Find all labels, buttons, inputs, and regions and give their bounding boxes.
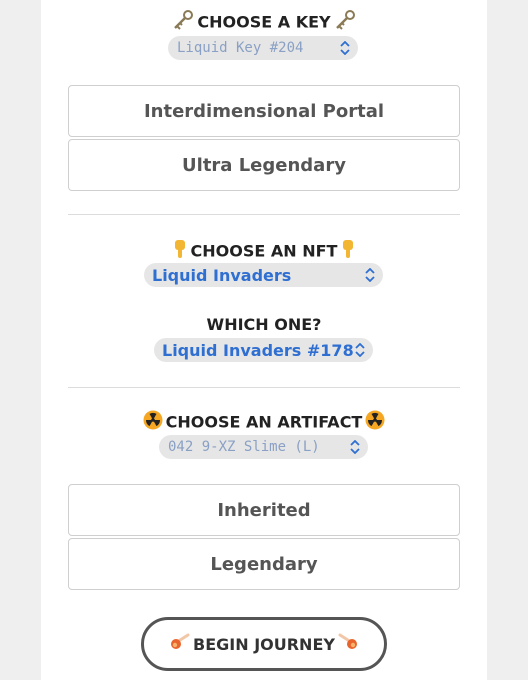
chevron-up-down-icon [353, 343, 367, 357]
comet-icon [170, 633, 190, 655]
key-select[interactable]: Liquid Key #204 [168, 36, 358, 60]
divider [68, 387, 460, 388]
key-option-interdimensional-portal[interactable]: Interdimensional Portal [68, 85, 460, 137]
which-one-heading: WHICH ONE? [206, 315, 322, 334]
artifact-option-inherited[interactable]: Inherited [68, 484, 460, 536]
comet-icon [338, 633, 358, 655]
nft-item-value: Liquid Invaders #1784 [162, 340, 353, 360]
nft-collection-select[interactable]: Liquid Invaders [144, 263, 383, 287]
key-select-value: Liquid Key #204 [177, 40, 304, 56]
key-icon [334, 10, 356, 34]
key-option-ultra-legendary[interactable]: Ultra Legendary [68, 139, 460, 191]
artifact-option-legendary[interactable]: Legendary [68, 538, 460, 590]
pointing-down-hand-icon [172, 239, 188, 263]
radioactive-icon [143, 410, 163, 434]
radioactive-icon [365, 410, 385, 434]
chevron-up-down-icon [363, 268, 377, 282]
nft-item-select[interactable]: Liquid Invaders #1784 [154, 338, 373, 362]
nft-collection-value: Liquid Invaders [152, 265, 292, 285]
key-heading: CHOOSE A KEY [0, 10, 528, 34]
chevron-up-down-icon [348, 440, 362, 454]
begin-journey-label: BEGIN JOURNEY [193, 634, 335, 654]
begin-journey-button[interactable]: BEGIN JOURNEY [141, 617, 387, 671]
artifact-select-value: 042 9-XZ Slime (L) [168, 439, 320, 455]
pointing-down-hand-icon [340, 239, 356, 263]
chevron-up-down-icon [338, 41, 352, 55]
artifact-heading: CHOOSE AN ARTIFACT [0, 410, 528, 434]
artifact-select[interactable]: 042 9-XZ Slime (L) [159, 435, 368, 459]
nft-heading: CHOOSE AN NFT [0, 239, 528, 263]
divider [68, 214, 460, 215]
key-icon [172, 10, 194, 34]
